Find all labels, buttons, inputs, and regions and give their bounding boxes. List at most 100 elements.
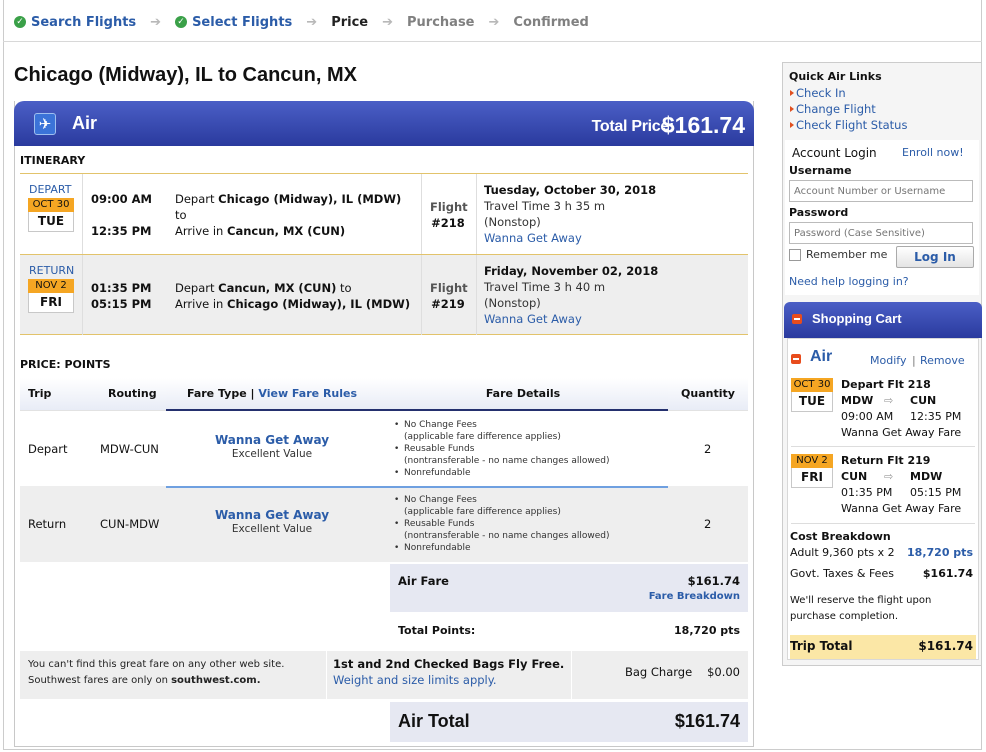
modify-link[interactable]: Modify xyxy=(870,354,906,367)
row-highlight xyxy=(166,486,668,488)
depart-time: 09:00 AM xyxy=(91,192,152,206)
arrive-prefix: Arrive in xyxy=(175,297,224,311)
bags-row: You can't find this great fare on any ot… xyxy=(20,651,748,699)
price-heading: PRICE: POINTS xyxy=(20,358,111,371)
trip-cell: Depart xyxy=(28,442,68,456)
full-date: Tuesday, October 30, 2018 xyxy=(484,183,657,197)
quick-link-check-in[interactable]: Check In xyxy=(790,86,846,100)
fare-link[interactable]: Wanna Get Away xyxy=(484,311,658,327)
air-total-row: Air Total $161.74 xyxy=(390,702,748,742)
collapse-icon[interactable] xyxy=(791,354,801,364)
cart-depart-date: OCT 30 xyxy=(791,378,833,392)
stops: (Nonstop) xyxy=(484,296,541,310)
itinerary-depart-row: DEPART OCT 30 TUE 09:00 AM 12:35 PM Depa… xyxy=(20,173,748,255)
promo-line: Southwest fares are only on xyxy=(28,675,168,686)
routing-cell: CUN-MDW xyxy=(100,517,160,531)
total-points-label: Total Points: xyxy=(398,624,476,637)
step-label: Price xyxy=(331,14,369,30)
flight-number: Flight #219 xyxy=(430,280,468,312)
depart-prefix: Depart xyxy=(175,281,215,295)
fare-type-cell: Wanna Get Away Excellent Value xyxy=(166,433,378,460)
weight-limits-link[interactable]: Weight and size limits apply. xyxy=(333,672,564,688)
cart-air-label: Air xyxy=(810,348,833,365)
trip-cell: Return xyxy=(28,517,67,531)
cart-depart-day: TUE xyxy=(791,392,833,412)
step-select-flights[interactable]: ✓ Select Flights xyxy=(175,15,292,30)
cart-depart-from: MDW xyxy=(841,394,874,407)
depart-prefix: Depart xyxy=(175,192,215,206)
return-label: RETURN xyxy=(29,264,75,277)
fare-breakdown-link[interactable]: Fare Breakdown xyxy=(649,591,740,602)
arrow-right-icon: ⇨ xyxy=(884,470,894,483)
step-purchase: Purchase xyxy=(407,15,474,30)
enroll-link[interactable]: Enroll now! xyxy=(902,146,964,159)
flight-no: #219 xyxy=(431,297,465,311)
cart-title: Shopping Cart xyxy=(812,311,902,326)
step-search-flights[interactable]: ✓ Search Flights xyxy=(14,15,136,30)
arrive-time: 05:15 PM xyxy=(91,297,152,311)
taxes-value: $161.74 xyxy=(922,567,973,580)
divider xyxy=(571,651,572,699)
log-in-button[interactable]: Log In xyxy=(896,246,974,268)
cart-return-arr: 05:15 PM xyxy=(910,486,962,499)
step-price: Price xyxy=(331,15,368,30)
adult-label: Adult 9,360 pts x 2 xyxy=(790,546,895,559)
flight-label: Flight xyxy=(430,200,468,214)
check-icon: ✓ xyxy=(14,16,26,28)
separator: | xyxy=(250,387,255,400)
divider xyxy=(82,255,83,335)
fare-sub: Excellent Value xyxy=(231,448,313,460)
fare-detail: Nonrefundable xyxy=(394,467,684,479)
route-text: Depart Cancun, MX (CUN) to Arrive in Chi… xyxy=(175,280,410,312)
bags-title: 1st and 2nd Checked Bags Fly Free. xyxy=(333,657,565,671)
fare-name: Wanna Get Away xyxy=(214,508,330,522)
flight-details: Friday, November 02, 2018 Travel Time 3 … xyxy=(484,263,658,327)
flight-label: Flight xyxy=(430,281,468,295)
table-row: Return CUN-MDW Wanna Get Away Excellent V… xyxy=(20,486,748,562)
check-icon: ✓ xyxy=(175,16,188,28)
col-quantity: Quantity xyxy=(668,378,748,411)
cart-depart-dep: 09:00 AM xyxy=(841,410,894,423)
to-text: to xyxy=(175,208,187,222)
step-confirmed: Confirmed xyxy=(513,15,588,30)
airplane-icon: ✈ xyxy=(34,113,56,135)
fare-detail: (nontransferable - no name changes allow… xyxy=(404,531,610,541)
itinerary-return-row: RETURN NOV 2 FRI 01:35 PM 05:15 PM Depar… xyxy=(20,254,748,335)
divider xyxy=(326,651,327,699)
depart-city: Cancun, MX (CUN) xyxy=(218,281,337,295)
promo-line: You can't find this great fare on any ot… xyxy=(28,659,285,670)
flight-number: Flight #218 xyxy=(430,199,468,231)
quantity-cell: 2 xyxy=(704,442,712,456)
quick-link-change-flight[interactable]: Change Flight xyxy=(790,102,876,116)
login-help-link[interactable]: Need help logging in? xyxy=(789,275,909,288)
flight-no: #218 xyxy=(431,216,465,230)
step-label: Search Flights xyxy=(31,14,137,30)
depart-label: DEPART xyxy=(29,183,72,196)
divider xyxy=(3,41,982,42)
total-points-row: Total Points: 18,720 pts xyxy=(390,616,748,646)
arrow-right-icon: ➔ xyxy=(150,14,162,30)
travel-time: Travel Time 3 h 40 m xyxy=(484,280,606,294)
depart-city: Chicago (Midway), IL (MDW) xyxy=(218,192,402,206)
username-input[interactable] xyxy=(789,180,973,202)
arrow-right-icon: ➔ xyxy=(382,14,394,30)
arrive-time: 12:35 PM xyxy=(91,224,152,238)
full-date: Friday, November 02, 2018 xyxy=(484,264,659,278)
arrive-city: Cancun, MX (CUN) xyxy=(227,224,346,238)
air-total-value: $161.74 xyxy=(674,711,740,731)
trip-total-row: Trip Total $161.74 xyxy=(790,635,976,659)
fare-link[interactable]: Wanna Get Away xyxy=(484,230,656,246)
fare-name: Wanna Get Away xyxy=(214,433,330,447)
view-fare-rules-link[interactable]: View Fare Rules xyxy=(258,387,357,400)
total-price-value: $161.74 xyxy=(661,112,745,138)
promo-text: You can't find this great fare on any ot… xyxy=(28,657,284,689)
cart-return-title: Return Flt 219 xyxy=(841,454,931,467)
adult-value: 18,720 pts xyxy=(907,546,973,559)
col-routing: Routing xyxy=(108,387,157,400)
remember-checkbox[interactable] xyxy=(789,249,801,261)
remove-link[interactable]: Remove xyxy=(920,354,965,367)
quick-link-flight-status[interactable]: Check Flight Status xyxy=(789,118,907,132)
cart-depart-arr: 12:35 PM xyxy=(910,410,962,423)
to-text: to xyxy=(340,281,352,295)
password-input[interactable] xyxy=(789,222,973,244)
